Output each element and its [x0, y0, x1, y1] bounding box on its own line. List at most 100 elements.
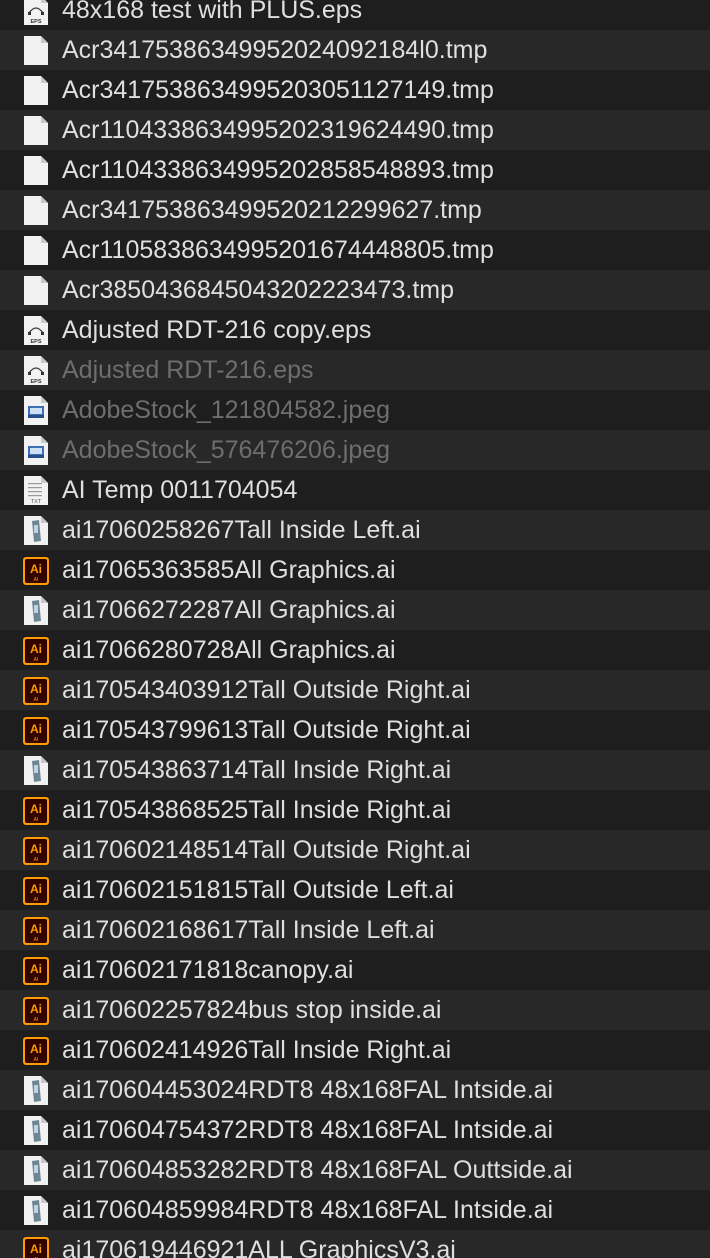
file-name: ai170602168617Tall Inside Left.ai — [62, 916, 435, 944]
svg-text:TXT: TXT — [31, 499, 42, 505]
file-row[interactable]: ai170604853282RDT8 48x168FAL Outtside.ai — [0, 1150, 710, 1190]
illustrator-file-icon: AiAI — [22, 635, 50, 666]
illustrator-file-icon: AiAI — [22, 955, 50, 986]
ai-thumbnail-icon — [22, 1155, 50, 1186]
file-name: Acr3850436845043202223473.tmp — [62, 276, 455, 304]
file-name: ai170619446921ALL GraphicsV3.ai — [62, 1236, 456, 1258]
file-name: ai170602171818canopy.ai — [62, 956, 354, 984]
svg-text:AI: AI — [34, 697, 39, 703]
svg-text:EPS: EPS — [30, 19, 41, 25]
illustrator-file-icon: AiAI — [22, 715, 50, 746]
illustrator-file-icon: AiAI — [22, 995, 50, 1026]
illustrator-file-icon: AiAI — [22, 875, 50, 906]
svg-text:Ai: Ai — [30, 802, 42, 816]
file-row[interactable]: Acr1104338634995202858548893.tmp — [0, 150, 710, 190]
ai-thumbnail-icon — [22, 515, 50, 546]
blank-document-icon — [22, 115, 50, 146]
file-name: ai170543863714Tall Inside Right.ai — [62, 756, 452, 784]
file-row[interactable]: AdobeStock_121804582.jpeg — [0, 390, 710, 430]
svg-text:Ai: Ai — [30, 1242, 42, 1256]
file-row[interactable]: EPS Adjusted RDT-216 copy.eps — [0, 310, 710, 350]
file-name: ai170604853282RDT8 48x168FAL Outtside.ai — [62, 1156, 573, 1184]
svg-text:Ai: Ai — [30, 722, 42, 736]
illustrator-file-icon: AiAI — [22, 1035, 50, 1066]
svg-text:AI: AI — [34, 937, 39, 943]
file-row[interactable]: Ai AI ai170602168617Tall Inside Left.ai — [0, 910, 710, 950]
svg-text:EPS: EPS — [30, 339, 41, 345]
file-row[interactable]: Ai AI ai170602257824bus stop inside.ai — [0, 990, 710, 1030]
svg-text:Ai: Ai — [30, 842, 42, 856]
illustrator-file-icon: AiAI — [22, 1235, 50, 1258]
file-row[interactable]: Ai AI ai170543799613Tall Outside Right.ai — [0, 710, 710, 750]
file-row[interactable]: EPS Adjusted RDT-216.eps — [0, 350, 710, 390]
file-name: Acr34175386349952024092184l0.tmp — [62, 36, 488, 64]
file-name: ai170602414926Tall Inside Right.ai — [62, 1036, 452, 1064]
file-row[interactable]: Ai AI ai17066280728All Graphics.ai — [0, 630, 710, 670]
file-row[interactable]: Ai AI ai170602171818canopy.ai — [0, 950, 710, 990]
file-name: ai17065363585All Graphics.ai — [62, 556, 396, 584]
svg-text:AI: AI — [34, 1017, 39, 1023]
file-row[interactable]: ai170604754372RDT8 48x168FAL Intside.ai — [0, 1110, 710, 1150]
eps-file-icon: EPS — [22, 355, 50, 386]
file-row[interactable]: EPS 48x168 test with PLUS.eps — [0, 0, 710, 30]
image-file-icon — [22, 395, 50, 426]
blank-document-icon — [22, 195, 50, 226]
svg-text:AI: AI — [34, 977, 39, 983]
svg-text:AI: AI — [34, 817, 39, 823]
svg-text:Ai: Ai — [30, 642, 42, 656]
file-row[interactable]: Ai AI ai170543868525Tall Inside Right.ai — [0, 790, 710, 830]
svg-text:EPS: EPS — [30, 379, 41, 385]
file-row[interactable]: TXT AI Temp 0011704054 — [0, 470, 710, 510]
file-name: Acr1104338634995202319624490.tmp — [62, 116, 494, 144]
file-name: AdobeStock_576476206.jpeg — [62, 436, 391, 464]
file-name: Acr1104338634995202858548893.tmp — [62, 156, 494, 184]
file-row[interactable]: Ai AI ai170602148514Tall Outside Right.ai — [0, 830, 710, 870]
file-name: Acr3417538634995203051127149.tmp — [62, 76, 494, 104]
file-row[interactable]: ai17066272287All Graphics.ai — [0, 590, 710, 630]
svg-text:Ai: Ai — [30, 682, 42, 696]
file-name: ai17060258267Tall Inside Left.ai — [62, 516, 421, 544]
svg-text:Ai: Ai — [30, 922, 42, 936]
svg-text:AI: AI — [34, 857, 39, 863]
file-row[interactable]: Ai AI ai17065363585All Graphics.ai — [0, 550, 710, 590]
file-row[interactable]: ai170543863714Tall Inside Right.ai — [0, 750, 710, 790]
file-row[interactable]: ai170604859984RDT8 48x168FAL Intside.ai — [0, 1190, 710, 1230]
file-name: Acr341753863499520212299627.tmp — [62, 196, 482, 224]
file-row[interactable]: Acr3417538634995203051127149.tmp — [0, 70, 710, 110]
blank-document-icon — [22, 35, 50, 66]
ai-thumbnail-icon — [22, 595, 50, 626]
file-name: ai17066280728All Graphics.ai — [62, 636, 396, 664]
file-row[interactable]: Acr1105838634995201674448805.tmp — [0, 230, 710, 270]
file-row[interactable]: AiAI ai170619446921ALL GraphicsV3.ai — [0, 1230, 710, 1258]
file-row[interactable]: Ai AI ai170543403912Tall Outside Right.ai — [0, 670, 710, 710]
blank-document-icon — [22, 75, 50, 106]
illustrator-file-icon: AiAI — [22, 555, 50, 586]
svg-text:Ai: Ai — [30, 562, 42, 576]
file-row[interactable]: Acr341753863499520212299627.tmp — [0, 190, 710, 230]
illustrator-file-icon: AiAI — [22, 795, 50, 826]
file-row[interactable]: Acr34175386349952024092184l0.tmp — [0, 30, 710, 70]
file-row[interactable]: AdobeStock_576476206.jpeg — [0, 430, 710, 470]
svg-text:AI: AI — [34, 897, 39, 903]
file-name: ai170602151815Tall Outside Left.ai — [62, 876, 454, 904]
file-row[interactable]: Ai AI ai170602414926Tall Inside Right.ai — [0, 1030, 710, 1070]
svg-text:AI: AI — [34, 657, 39, 663]
svg-text:Ai: Ai — [30, 882, 42, 896]
svg-text:AI: AI — [34, 1057, 39, 1063]
text-file-icon: TXT — [22, 475, 50, 506]
illustrator-file-icon: AiAI — [22, 675, 50, 706]
file-row[interactable]: ai17060258267Tall Inside Left.ai — [0, 510, 710, 550]
image-file-icon — [22, 435, 50, 466]
ai-thumbnail-icon — [22, 755, 50, 786]
file-row[interactable]: Acr3850436845043202223473.tmp — [0, 270, 710, 310]
file-name: ai170604453024RDT8 48x168FAL Intside.ai — [62, 1076, 554, 1104]
file-name: AdobeStock_121804582.jpeg — [62, 396, 391, 424]
ai-thumbnail-icon — [22, 1195, 50, 1226]
illustrator-file-icon: AiAI — [22, 915, 50, 946]
file-row[interactable]: Ai AI ai170602151815Tall Outside Left.ai — [0, 870, 710, 910]
blank-document-icon — [22, 235, 50, 266]
file-row[interactable]: ai170604453024RDT8 48x168FAL Intside.ai — [0, 1070, 710, 1110]
file-name: Adjusted RDT-216 copy.eps — [62, 316, 372, 344]
ai-thumbnail-icon — [22, 1115, 50, 1146]
file-row[interactable]: Acr1104338634995202319624490.tmp — [0, 110, 710, 150]
